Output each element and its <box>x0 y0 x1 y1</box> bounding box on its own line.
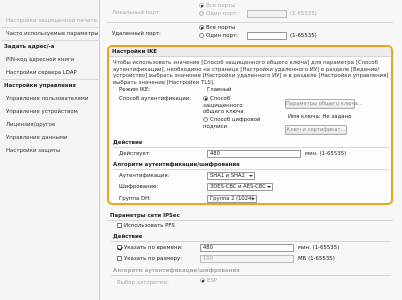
ike-settings-panel: Настройки IKE Чтобы использовать значени… <box>107 45 393 205</box>
app-frame: Настройки защищенной печати Часто исполь… <box>0 0 402 300</box>
chevron-down-icon <box>249 174 253 177</box>
ipsec-algo-heading: Алгоритм аутентификации/шифрования <box>113 268 240 274</box>
sidebar-divider <box>2 27 98 28</box>
divider <box>107 22 393 23</box>
local-port-input[interactable] <box>247 10 287 18</box>
by-time-checkbox[interactable] <box>117 245 122 250</box>
local-single-port-option[interactable]: Один порт: <box>199 11 238 17</box>
divider <box>107 220 393 221</box>
sidebar-item-address-book-pin[interactable]: PIN-код адресной книги <box>0 57 100 63</box>
remote-all-ports-option[interactable]: Все порты <box>199 25 235 31</box>
sidebar-item-user-management[interactable]: Управление пользователями <box>0 96 100 102</box>
ipsec-validity-heading: Действие <box>113 234 143 240</box>
key-cert-button[interactable]: Ключ и сертификат... <box>285 125 347 135</box>
local-all-ports-option[interactable]: Все порты <box>199 3 235 9</box>
ike-auth-select[interactable]: SHA1 и SHA2 <box>207 172 255 180</box>
dsig-option[interactable]: Способ цифровой подписи <box>203 117 265 130</box>
by-size-checkbox[interactable] <box>117 256 122 261</box>
by-size-option[interactable]: Указать по размеру: <box>117 256 182 262</box>
chevron-down-icon <box>267 185 271 188</box>
ike-mode-label: Режим IKE: <box>119 87 151 93</box>
remote-port-input[interactable] <box>247 32 287 40</box>
sidebar-heading-addresses: Задать адрес/-а <box>4 44 55 50</box>
radio-dsig[interactable] <box>203 117 208 122</box>
sidebar-item-ldap[interactable]: Настройки сервера LDAP <box>0 70 100 76</box>
sidebar-item-security[interactable]: Настройки защиты <box>0 148 100 154</box>
by-size-input[interactable]: 100 <box>200 255 294 263</box>
psk-option[interactable]: Способ защищенного общего ключа <box>203 96 265 116</box>
sidebar-divider <box>2 40 98 41</box>
by-time-option[interactable]: Указать по времени: <box>117 245 183 251</box>
ike-dh-label: Группа DH: <box>119 196 151 202</box>
ike-enc-label: Шифрование: <box>119 184 159 190</box>
ike-settings-title: Настройки IKE <box>109 47 391 57</box>
ike-mode-value: Главный <box>207 87 232 93</box>
ike-algo-heading: Алгоритм аутентификации/шифрования <box>113 162 389 170</box>
ike-auth-label: Аутентификация: <box>119 173 170 179</box>
by-size-unit: МБ (1-65535) <box>298 256 335 262</box>
ike-validity-heading: Действие <box>113 140 389 148</box>
radio-psk[interactable] <box>203 96 208 101</box>
sidebar-item-favorites[interactable]: Часто используемые параметры <box>0 31 100 37</box>
ike-description: Чтобы использовать значение [Способ защи… <box>113 60 389 86</box>
radio-esp[interactable] <box>200 278 205 283</box>
sidebar-item-license[interactable]: Лицензия/другое <box>0 122 100 128</box>
local-port-label: Локальный порт: <box>112 10 161 16</box>
radio-local-all[interactable] <box>199 3 204 8</box>
pfs-checkbox[interactable] <box>117 223 122 228</box>
by-time-unit: мин. (1-65535) <box>298 245 340 251</box>
ike-validity-input[interactable]: 480 <box>207 150 301 158</box>
radio-local-single[interactable] <box>199 11 204 16</box>
algo-choice-label: Выбор алгоритма: <box>117 280 169 286</box>
key-name-label: Имя ключа: Не задано <box>288 114 352 120</box>
chevron-down-icon <box>251 197 255 200</box>
ike-enc-select[interactable]: 3DES-CBC и AES-CBC <box>207 183 273 191</box>
ike-validity-unit: мин. (1-65535) <box>305 151 347 157</box>
sidebar-divider <box>2 79 98 80</box>
sidebar-item-data-management[interactable]: Управление данными <box>0 135 100 141</box>
ike-dh-select[interactable]: Группа 2 (1024) <box>207 195 257 203</box>
sidebar-item-device-management[interactable]: Управление устройством <box>0 109 100 115</box>
algo-esp-option[interactable]: ESP <box>200 278 217 284</box>
divider <box>111 241 391 242</box>
auth-method-label: Способ аутентификации: <box>119 96 192 102</box>
pfs-option[interactable]: Использовать PFS <box>117 223 175 229</box>
local-port-range: (1-65535) <box>290 11 317 17</box>
sidebar-heading-management: Настройки управления <box>4 83 76 89</box>
remote-single-port-option[interactable]: Один порт: <box>199 33 238 39</box>
by-time-input[interactable]: 480 <box>200 244 294 252</box>
psk-settings-button[interactable]: Параметры общего ключа... <box>285 99 363 109</box>
ipsec-title: Параметры сети IPSec <box>110 213 180 219</box>
divider <box>111 275 391 276</box>
remote-port-range: (1-65535) <box>290 33 317 39</box>
radio-remote-all[interactable] <box>199 25 204 30</box>
radio-remote-single[interactable] <box>199 33 204 38</box>
remote-port-label: Удаленный порт: <box>112 31 161 37</box>
sidebar-item-secure-print[interactable]: Настройки защищенной печати <box>0 18 100 24</box>
sidebar: Настройки защищенной печати Часто исполь… <box>0 0 100 300</box>
ike-validity-label: Действует: <box>119 151 151 157</box>
